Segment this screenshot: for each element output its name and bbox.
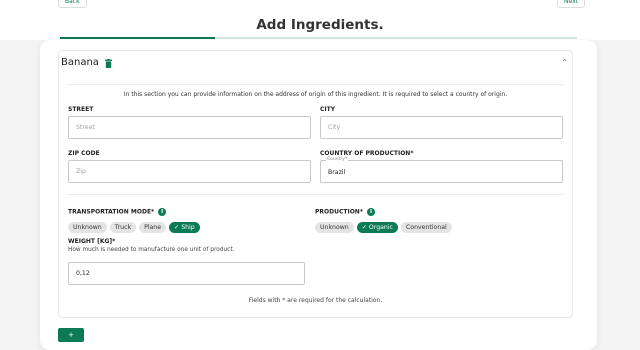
street-input[interactable]: Street: [68, 116, 311, 139]
section-info-text: In this section you can provide informat…: [123, 91, 508, 98]
chevron-up-icon[interactable]: ⌃: [561, 58, 568, 67]
next-button[interactable]: Next: [557, 0, 585, 8]
country-label: COUNTRY OF PRODUCTION*: [320, 150, 414, 157]
zip-input[interactable]: Zip: [68, 160, 311, 183]
production-options: Unknown ✓ Organic Conventional: [315, 222, 452, 233]
divider: [67, 194, 564, 195]
divider: [67, 84, 564, 85]
transport-chip-ship[interactable]: ✓ Ship: [169, 222, 200, 233]
production-label: PRODUCTION* i: [315, 208, 375, 216]
ingredient-card: Banana ⌃ In this section you can provide…: [40, 40, 597, 350]
trash-icon[interactable]: [105, 59, 112, 68]
weight-help-text: How much is needed to manufacture one un…: [68, 247, 235, 253]
city-input[interactable]: City: [320, 116, 563, 139]
required-note: Fields with * are required for the calcu…: [248, 297, 383, 304]
city-label: CITY: [320, 106, 336, 113]
transport-chip-ship-label: Ship: [181, 224, 195, 231]
ingredient-section: Banana ⌃ In this section you can provide…: [58, 50, 573, 318]
progress-bar: [60, 37, 577, 39]
page-title: Add Ingredients.: [256, 17, 384, 33]
transport-chip-truck[interactable]: Truck: [109, 222, 137, 233]
transport-label: TRANSPORTATION MODE* i: [68, 208, 167, 216]
top-bar: Back Next Add Ingredients.: [0, 0, 640, 40]
production-label-text: PRODUCTION*: [315, 208, 363, 216]
country-select[interactable]: Country* Brazil: [320, 157, 563, 183]
production-chip-organic-label: Organic: [368, 224, 393, 231]
weight-input[interactable]: 0,12: [68, 262, 305, 285]
production-chip-organic[interactable]: ✓ Organic: [356, 222, 398, 233]
street-label: STREET: [68, 106, 94, 113]
progress-fill: [60, 37, 216, 39]
transport-label-text: TRANSPORTATION MODE*: [68, 208, 155, 216]
production-chip-conventional[interactable]: Conventional: [400, 222, 452, 233]
weight-label: WEIGHT [KG]*: [68, 238, 116, 245]
zip-label: ZIP CODE: [68, 150, 100, 157]
production-chip-unknown[interactable]: Unknown: [315, 222, 354, 233]
check-icon: ✓: [361, 224, 369, 231]
page: Back Next Add Ingredients. Banana ⌃ In t…: [0, 0, 640, 350]
transport-options: Unknown Truck Plane ✓ Ship: [68, 222, 200, 233]
info-icon[interactable]: i: [158, 208, 167, 216]
country-value: Brazil: [328, 169, 346, 176]
transport-chip-plane[interactable]: Plane: [139, 222, 167, 233]
info-icon[interactable]: i: [366, 208, 375, 216]
ingredient-name: Banana: [61, 57, 99, 68]
country-legend: Country*: [326, 157, 349, 163]
back-button[interactable]: Back: [58, 0, 87, 8]
add-ingredient-button[interactable]: +: [58, 328, 84, 342]
transport-chip-unknown[interactable]: Unknown: [68, 222, 107, 233]
